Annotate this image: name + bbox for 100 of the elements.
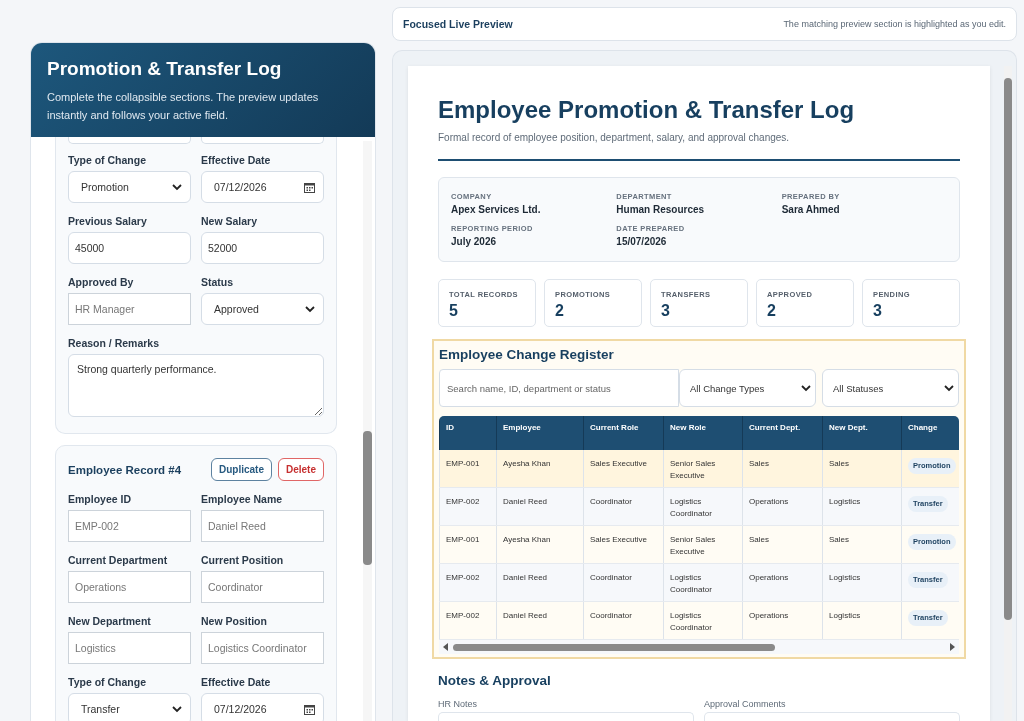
field-label: Reason / Remarks bbox=[68, 337, 161, 349]
info-value: 15/07/2026 bbox=[616, 236, 668, 247]
stat-value: 5 bbox=[449, 302, 459, 320]
remarks-field[interactable]: Strong quarterly performance. bbox=[68, 354, 324, 417]
table-cell: Operations bbox=[749, 611, 789, 620]
table-cell: Ayesha Khan bbox=[503, 535, 551, 544]
horizontal-scrollbar[interactable] bbox=[439, 640, 959, 654]
table-cell: Sales bbox=[749, 459, 769, 468]
preview-hint: The matching preview section is highlighted as you edit. bbox=[783, 19, 1006, 29]
table-cell: Logistics Coordinator bbox=[670, 497, 712, 518]
input-field[interactable] bbox=[68, 137, 191, 144]
info-value: Apex Services Ltd. bbox=[451, 204, 542, 215]
field-label: New Salary bbox=[201, 215, 259, 227]
column-header: New Role bbox=[663, 416, 743, 450]
preview-title: Focused Live Preview bbox=[403, 18, 513, 30]
caret-icon bbox=[944, 384, 954, 392]
info-value: Sara Ahmed bbox=[781, 204, 841, 215]
column-header: New Dept. bbox=[822, 416, 902, 450]
table-cell: Logistics Coordinator bbox=[670, 611, 712, 632]
table-cell: Logistics bbox=[829, 573, 861, 582]
editor-subtitle: Complete the collapsible sections. The preview updates instantly and follows your active field. bbox=[47, 90, 320, 123]
table-cell: EMP-002 bbox=[446, 573, 480, 582]
input-field[interactable]: Logistics Coordinator bbox=[201, 632, 324, 664]
table-cell: EMP-001 bbox=[446, 459, 480, 468]
table-cell: Sales bbox=[749, 535, 769, 544]
table-cell: Coordinator bbox=[590, 611, 632, 620]
input-field[interactable]: EMP-002 bbox=[68, 510, 191, 542]
column-header: Employee bbox=[496, 416, 584, 450]
table-cell: Ayesha Khan bbox=[503, 459, 551, 468]
column-header: Change bbox=[901, 416, 959, 450]
input-field[interactable]: Logistics bbox=[68, 632, 191, 664]
table-cell: Coordinator bbox=[590, 573, 632, 582]
input-field[interactable]: Daniel Reed bbox=[201, 510, 324, 542]
field-label: Employee Name bbox=[201, 493, 284, 505]
calendar-icon bbox=[304, 181, 315, 193]
input-field[interactable]: Coordinator bbox=[201, 571, 324, 603]
field-label: Type of Change bbox=[68, 154, 147, 166]
input-field[interactable]: HR Manager bbox=[68, 293, 191, 325]
table-cell: EMP-001 bbox=[446, 535, 480, 544]
scroll-left-icon[interactable] bbox=[443, 643, 449, 651]
record-title: Employee Record #4 bbox=[68, 463, 182, 476]
caret-icon bbox=[305, 305, 315, 313]
stat-value: 2 bbox=[555, 302, 565, 320]
table-cell: Sales bbox=[829, 535, 849, 544]
table-cell: Logistics bbox=[829, 611, 861, 620]
input-field[interactable] bbox=[201, 137, 324, 144]
table-cell: Coordinator bbox=[590, 497, 632, 506]
input-field[interactable]: Operations bbox=[68, 571, 191, 603]
table-cell: Sales Executive bbox=[590, 535, 647, 544]
filter-select[interactable]: All Change Types bbox=[679, 369, 816, 407]
section-title: Employee Change Register bbox=[439, 347, 615, 362]
table-cell: Daniel Reed bbox=[503, 611, 548, 620]
field-label: Type of Change bbox=[68, 676, 147, 688]
field-label: Effective Date bbox=[201, 676, 272, 688]
column-header: Current Role bbox=[583, 416, 664, 450]
info-value: July 2026 bbox=[451, 236, 498, 247]
stat-value: 3 bbox=[661, 302, 671, 320]
date-field[interactable]: 07/12/2026 bbox=[201, 171, 324, 203]
table-cell: Senior Sales Executive bbox=[670, 459, 716, 480]
table-cell: Logistics bbox=[829, 497, 861, 506]
table-cell: Daniel Reed bbox=[503, 573, 548, 582]
table-cell: Operations bbox=[749, 497, 789, 506]
input-field[interactable]: 52000 bbox=[201, 232, 324, 264]
document-title: Employee Promotion & Transfer Log bbox=[438, 96, 856, 124]
field-label: Effective Date bbox=[201, 154, 272, 166]
table-cell: EMP-002 bbox=[446, 497, 480, 506]
column-header: ID bbox=[439, 416, 497, 450]
table-cell: Sales Executive bbox=[590, 459, 647, 468]
field-label: Current Department bbox=[68, 554, 169, 566]
scrollbar[interactable] bbox=[1004, 66, 1012, 721]
date-field[interactable]: 07/12/2026 bbox=[201, 693, 324, 721]
filter-select[interactable]: All Statuses bbox=[822, 369, 959, 407]
field-label: Employee ID bbox=[68, 493, 133, 505]
column-header: Current Dept. bbox=[742, 416, 823, 450]
table-cell: EMP-002 bbox=[446, 611, 480, 620]
scroll-right-icon[interactable] bbox=[949, 643, 955, 651]
editor-title: Promotion & Transfer Log bbox=[47, 58, 283, 80]
table-cell: Daniel Reed bbox=[503, 497, 548, 506]
input-field[interactable]: 45000 bbox=[68, 232, 191, 264]
calendar-icon bbox=[304, 703, 315, 715]
caret-icon bbox=[172, 705, 182, 713]
select-field[interactable]: Approved bbox=[201, 293, 324, 325]
table-cell: Senior Sales Executive bbox=[670, 535, 716, 556]
field-label: New Position bbox=[201, 615, 268, 627]
field-label: Approved By bbox=[68, 276, 135, 288]
field-label: Status bbox=[201, 276, 235, 288]
document-subtitle: Formal record of employee position, department, salary, and approval changes. bbox=[438, 132, 791, 143]
table-cell: Logistics Coordinator bbox=[670, 573, 712, 594]
duplicate-button[interactable]: Duplicate bbox=[210, 458, 272, 481]
stat-value: 2 bbox=[767, 302, 777, 320]
field-label: Previous Salary bbox=[68, 215, 148, 227]
select-field[interactable]: Transfer bbox=[68, 693, 191, 721]
stat-value: 3 bbox=[873, 302, 883, 320]
section-title: Notes & Approval bbox=[438, 673, 552, 688]
field-label: HR Notes bbox=[438, 699, 478, 709]
select-field[interactable]: Promotion bbox=[68, 171, 191, 203]
scrollbar[interactable] bbox=[363, 141, 372, 721]
field-label: New Department bbox=[68, 615, 152, 627]
search-field[interactable]: Search name, ID, department or status bbox=[439, 369, 679, 407]
delete-button[interactable]: Delete bbox=[278, 458, 324, 481]
